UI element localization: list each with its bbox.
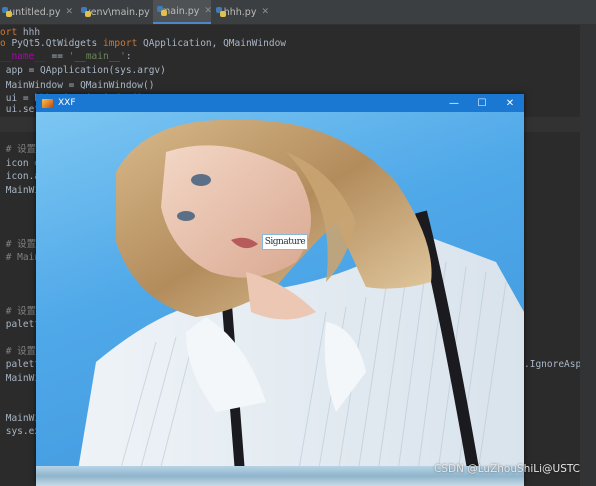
code-line: # 设置 — [5, 144, 37, 155]
code-line: # Main — [5, 252, 41, 263]
code-line: palett — [0, 319, 41, 330]
code-line: app = QApplication(sys.argv) — [0, 65, 166, 76]
close-icon[interactable]: ✕ — [65, 7, 73, 17]
tab-main[interactable]: main.py ✕ — [153, 0, 212, 24]
signature-label: Signature — [262, 234, 308, 250]
portrait-photo — [76, 119, 524, 486]
background-image: Signature — [36, 112, 524, 486]
maximize-button[interactable]: ☐ — [468, 94, 496, 112]
close-button[interactable]: ✕ — [496, 94, 524, 112]
tab-venv-main[interactable]: venv\main.py ✕ — [78, 0, 162, 24]
python-file-icon — [216, 7, 226, 17]
tab-hhh[interactable]: hhh.py ✕ — [213, 0, 269, 24]
code-line: icon.a — [0, 171, 41, 182]
qt-main-window[interactable]: XXF — ☐ ✕ Signature — [36, 94, 524, 486]
tab-untitled[interactable]: untitled.py ✕ — [0, 0, 73, 24]
ide-window: untitled.py ✕ venv\main.py ✕ main.py ✕ h… — [0, 0, 596, 486]
editor-tab-bar: untitled.py ✕ venv\main.py ✕ main.py ✕ h… — [0, 0, 596, 25]
close-icon[interactable]: ✕ — [204, 6, 212, 16]
editor-scrollbar[interactable] — [580, 25, 596, 486]
minimize-button[interactable]: — — [440, 94, 468, 112]
code-line: MainWi — [0, 373, 41, 384]
tab-label: untitled.py — [9, 6, 61, 18]
python-file-icon — [2, 7, 13, 17]
close-icon[interactable]: ✕ — [261, 7, 269, 17]
window-titlebar[interactable]: XXF — ☐ ✕ — [36, 94, 524, 112]
code-line: sys.ex — [0, 426, 41, 437]
watermark-text: CSDN @LuZhouShiLi@USTC — [433, 463, 580, 475]
code-line: __name__ == '__main__': — [0, 51, 132, 62]
window-title: XXF — [58, 98, 76, 108]
app-icon — [42, 98, 53, 108]
code-line: MainWi — [0, 185, 41, 196]
code-line: palett — [0, 359, 41, 370]
tab-label: hhh.py — [223, 6, 257, 18]
tab-label: venv\main.py — [85, 6, 150, 18]
